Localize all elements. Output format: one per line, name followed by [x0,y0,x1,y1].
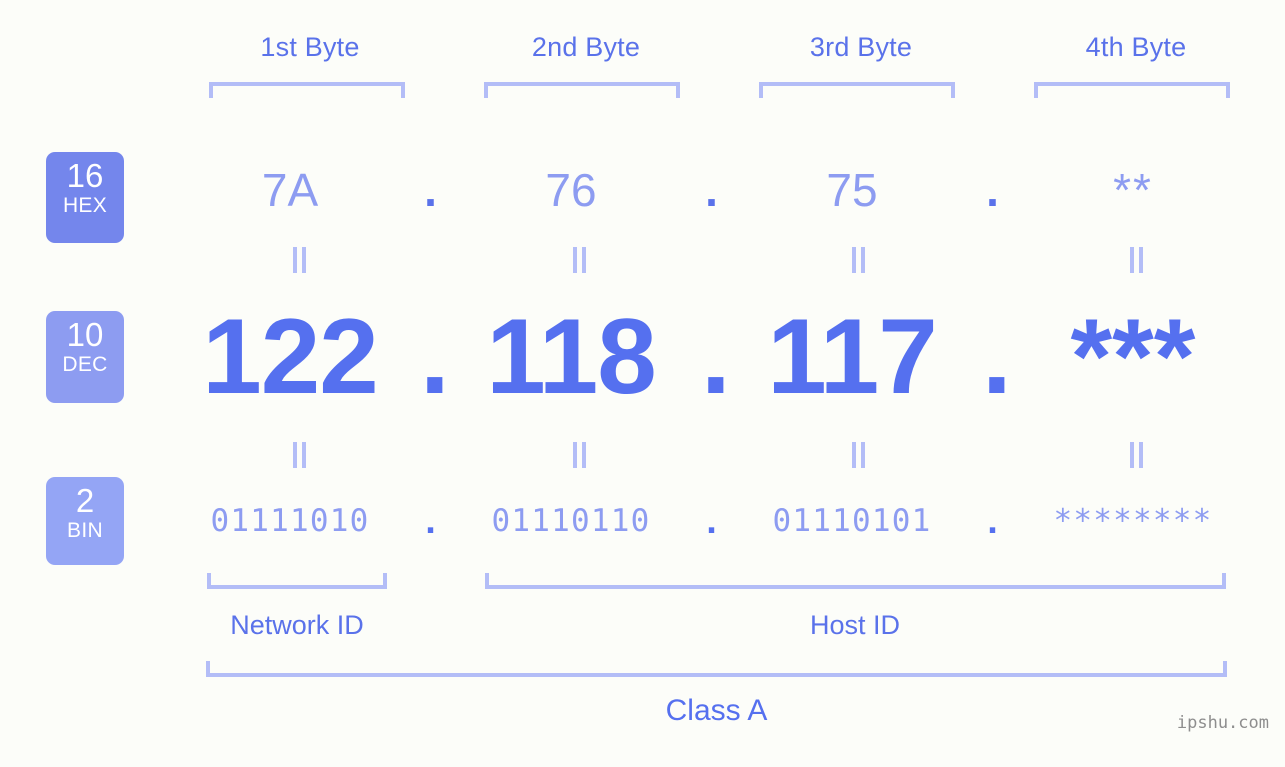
dec-byte-1: 122 [202,296,379,416]
equals-icon-hex-dec-1 [291,247,309,273]
hex-byte-2: 76 [545,164,597,216]
dec-separator-3: . [982,296,1012,416]
dec-byte-2: 118 [486,296,657,416]
base-badge-bin-number: 2 [75,482,95,519]
hex-byte-4: ** [1113,164,1153,216]
byte-bracket-2 [484,82,680,98]
hex-value-row: 7A . 76 . 75 . ** [160,152,1285,228]
byte-header-3: 3rd Byte [809,32,913,62]
bin-separator-2: . [706,500,717,542]
network-id-label: Network ID [230,610,364,640]
dec-value-row: 122 . 118 . 117 . *** [160,295,1285,417]
hex-byte-1: 7A [261,164,319,216]
dec-separator-1: . [420,296,450,416]
base-badge-dec-number: 10 [66,316,104,353]
equals-icon-hex-dec-3 [850,247,868,273]
equals-icon-dec-bin-2 [571,442,589,468]
base-badge-hex[interactable]: 16 HEX [46,152,124,243]
hex-separator-1: . [424,164,437,216]
bin-value-row: 01111010 . 01110110 . 01110101 . *******… [160,490,1285,552]
class-bracket [206,661,1227,677]
base-badge-dec-abbr: DEC [62,353,108,376]
byte-header-2: 2nd Byte [531,32,641,62]
byte-header-1: 1st Byte [260,32,360,62]
byte-bracket-4 [1034,82,1230,98]
dec-byte-4: *** [1070,296,1196,416]
bin-separator-3: . [987,500,998,542]
base-badge-hex-number: 16 [66,157,104,194]
base-badge-bin[interactable]: 2 BIN [46,477,124,565]
bin-separator-1: . [425,500,436,542]
host-id-label: Host ID [809,610,901,640]
equals-icon-hex-dec-2 [571,247,589,273]
base-badge-hex-abbr: HEX [62,194,108,217]
hex-separator-2: . [705,164,718,216]
hex-separator-3: . [986,164,999,216]
network-id-bracket [207,573,387,589]
equals-icon-dec-bin-3 [850,442,868,468]
dec-separator-2: . [701,296,731,416]
host-id-bracket [485,573,1226,589]
byte-bracket-1 [209,82,405,98]
ip-breakdown-diagram: 1st Byte 2nd Byte 3rd Byte 4th Byte 16 H… [0,0,1285,767]
bin-byte-4: ******** [1053,503,1213,539]
equals-icon-dec-bin-4 [1128,442,1146,468]
bin-byte-1: 01111010 [210,503,370,539]
base-badge-bin-abbr: BIN [67,519,103,542]
byte-bracket-3 [759,82,955,98]
dec-byte-3: 117 [767,296,938,416]
bin-byte-3: 01110101 [772,503,932,539]
equals-icon-hex-dec-4 [1128,247,1146,273]
byte-header-4: 4th Byte [1085,32,1187,62]
equals-icon-dec-bin-1 [291,442,309,468]
base-badge-dec[interactable]: 10 DEC [46,311,124,403]
bin-byte-2: 01110110 [491,503,651,539]
class-label: Class A [665,694,768,727]
hex-byte-3: 75 [826,164,878,216]
site-watermark: ipshu.com [1176,713,1269,733]
